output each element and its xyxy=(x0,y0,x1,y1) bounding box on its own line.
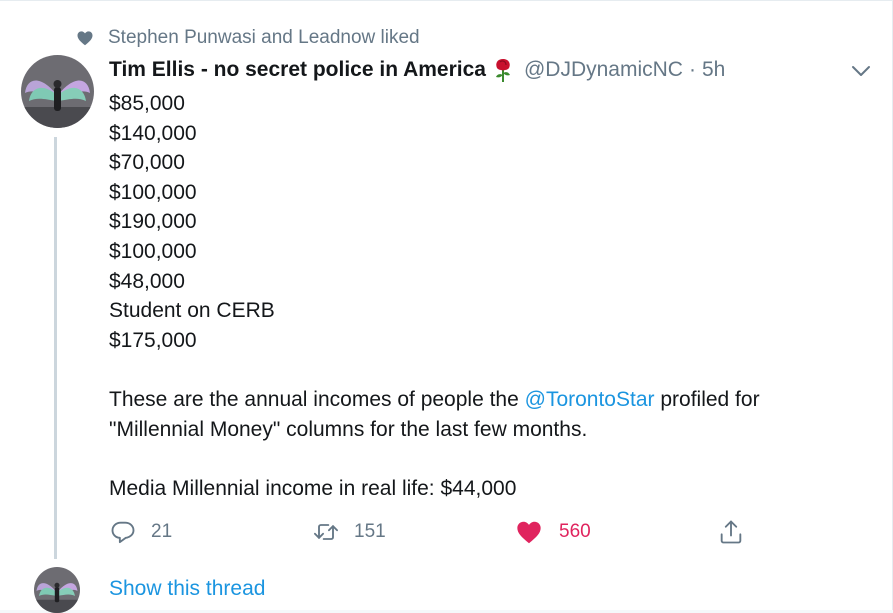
income-line: $100,000 xyxy=(109,180,197,204)
share-icon xyxy=(720,520,742,544)
reply-button[interactable]: 21 xyxy=(109,516,172,548)
retweet-count: 151 xyxy=(354,521,386,542)
income-line: $140,000 xyxy=(109,121,197,145)
separator-dot: · xyxy=(688,58,696,81)
like-button[interactable]: 560 xyxy=(515,516,591,548)
rose-icon xyxy=(495,59,510,82)
tweet-timestamp[interactable]: 5h xyxy=(702,58,725,82)
reply-icon xyxy=(111,521,135,544)
income-line: $85,000 xyxy=(109,92,185,115)
paragraph-line: Media Millennial income in real life: $4… xyxy=(109,476,517,500)
income-line: $175,000 xyxy=(109,328,197,352)
reply-count: 21 xyxy=(151,521,173,542)
income-line: $48,000 xyxy=(109,269,185,293)
heart-icon xyxy=(77,31,93,46)
show-thread-link[interactable]: Show this thread xyxy=(109,577,265,601)
author-name[interactable]: Tim Ellis - no secret police in America xyxy=(109,58,486,82)
author-handle[interactable]: @DJDynamicNC xyxy=(524,58,683,82)
avatar[interactable] xyxy=(21,55,94,128)
paragraph-line: These are the annual incomes of people t… xyxy=(109,387,760,411)
income-line: $100,000 xyxy=(109,239,197,263)
retweet-button[interactable]: 151 xyxy=(312,516,386,548)
mention-link[interactable]: @TorontoStar xyxy=(525,388,655,411)
thread-connector-line xyxy=(54,137,57,559)
tweet-card[interactable]: Stephen Punwasi and Leadnow liked Tim El… xyxy=(0,0,893,613)
paragraph-line: "Millennial Money" columns for the last … xyxy=(109,417,588,441)
tweet-header: Tim Ellis - no secret police in America … xyxy=(109,57,725,83)
income-line: Student on CERB xyxy=(109,299,275,323)
income-line: $190,000 xyxy=(109,210,197,234)
like-count: 560 xyxy=(559,521,591,542)
chevron-down-icon[interactable] xyxy=(849,59,873,83)
income-line: $70,000 xyxy=(109,151,185,175)
avatar[interactable] xyxy=(34,567,80,613)
tweet-actions: 21 151 560 xyxy=(109,516,759,548)
share-button[interactable] xyxy=(717,516,745,548)
social-context: Stephen Punwasi and Leadnow liked xyxy=(76,27,420,49)
retweet-icon xyxy=(313,524,339,540)
heart-icon xyxy=(517,521,541,544)
tweet-text: $85,000 $140,000 $70,000 $100,000 $190,0… xyxy=(109,89,849,503)
social-context-text[interactable]: Stephen Punwasi and Leadnow liked xyxy=(108,27,420,49)
